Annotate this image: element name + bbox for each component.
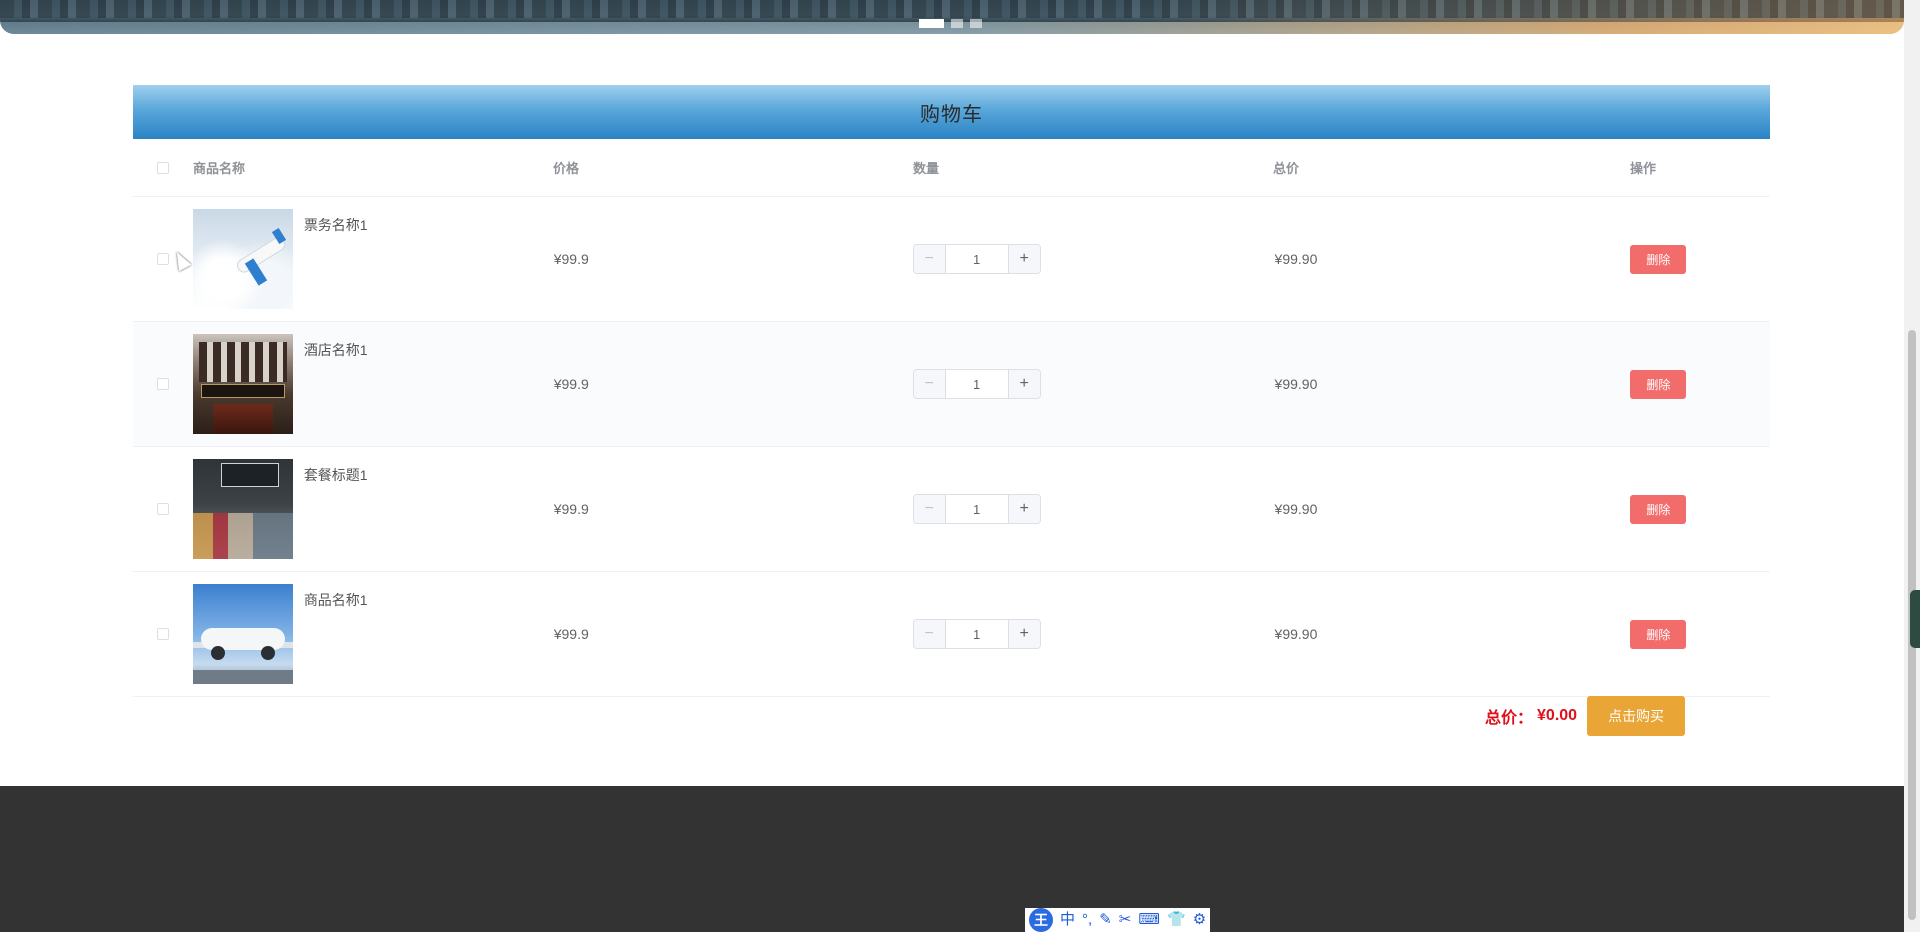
increase-quantity-button[interactable]: + bbox=[1007, 245, 1040, 273]
banner-skyline bbox=[0, 0, 1904, 18]
page-scrollbar[interactable] bbox=[1904, 0, 1920, 932]
item-price: ¥99.9 bbox=[553, 251, 589, 267]
item-checkbox[interactable] bbox=[156, 628, 169, 640]
banner-carousel[interactable] bbox=[0, 0, 1904, 34]
airplane-in-clouds-image[interactable] bbox=[192, 209, 293, 309]
carousel-dot-1[interactable] bbox=[919, 19, 944, 28]
cart-summary: 总价： ¥0.00 点击购买 bbox=[1485, 696, 1686, 736]
item-name[interactable]: 商品名称1 bbox=[304, 590, 368, 610]
item-total: ¥99.90 bbox=[1274, 376, 1318, 392]
increase-quantity-button[interactable]: + bbox=[1007, 620, 1040, 648]
quantity-input[interactable]: 1 bbox=[946, 620, 1008, 648]
cart-item-row: 套餐标题1 ¥99.9 − 1 + ¥99.90 删除 bbox=[133, 447, 1770, 572]
select-all-checkbox[interactable] bbox=[157, 161, 169, 174]
quantity-input[interactable]: 1 bbox=[946, 370, 1008, 398]
cart-item-row: 商品名称1 ¥99.9 − 1 + ¥99.90 删除 bbox=[133, 572, 1770, 697]
item-checkbox[interactable] bbox=[156, 253, 169, 265]
column-header-operation: 操作 bbox=[1630, 161, 1657, 176]
quantity-stepper: − 1 + bbox=[912, 244, 1041, 274]
decrease-quantity-button[interactable]: − bbox=[913, 495, 946, 523]
column-header-total: 总价 bbox=[1273, 161, 1300, 176]
ime-chinese-mode-icon[interactable]: 中 bbox=[1060, 908, 1075, 932]
delete-button[interactable]: 删除 bbox=[1630, 244, 1687, 274]
carousel-indicators bbox=[919, 19, 982, 28]
increase-quantity-button[interactable]: + bbox=[1007, 495, 1040, 523]
item-name[interactable]: 酒店名称1 bbox=[304, 340, 368, 360]
item-checkbox[interactable] bbox=[156, 378, 169, 390]
ime-punctuation-icon[interactable]: °, bbox=[1082, 908, 1092, 932]
cart-title: 购物车 bbox=[133, 85, 1770, 139]
item-name[interactable]: 套餐标题1 bbox=[304, 465, 368, 485]
column-header-quantity: 数量 bbox=[913, 161, 940, 176]
quantity-stepper: − 1 + bbox=[912, 369, 1041, 399]
ime-skin-icon[interactable]: 👕 bbox=[1167, 908, 1186, 932]
quantity-input[interactable]: 1 bbox=[946, 245, 1008, 273]
item-price: ¥99.9 bbox=[553, 376, 589, 392]
carousel-dot-3[interactable] bbox=[970, 19, 982, 28]
ime-settings-icon[interactable]: ⚙ bbox=[1193, 908, 1206, 932]
storefront-image[interactable] bbox=[192, 459, 293, 559]
delete-button[interactable]: 删除 bbox=[1630, 494, 1687, 524]
ime-keyboard-icon[interactable]: ⌨ bbox=[1138, 908, 1160, 932]
hotel-building-image[interactable] bbox=[192, 334, 293, 434]
delete-button[interactable]: 删除 bbox=[1630, 619, 1687, 649]
item-price: ¥99.9 bbox=[553, 501, 589, 517]
decrease-quantity-button[interactable]: − bbox=[913, 245, 946, 273]
increase-quantity-button[interactable]: + bbox=[1007, 370, 1040, 398]
column-header-price: 价格 bbox=[553, 161, 580, 176]
shopping-cart: 购物车 商品名称 价格 数量 总价 操作 票务名称1 ¥99.9 − 1 + ¥… bbox=[133, 85, 1770, 697]
cart-item-row: 酒店名称1 ¥99.9 − 1 + ¥99.90 删除 bbox=[133, 322, 1770, 447]
item-checkbox[interactable] bbox=[156, 503, 169, 515]
side-floating-tab[interactable] bbox=[1910, 590, 1920, 648]
item-name[interactable]: 票务名称1 bbox=[304, 215, 368, 235]
item-price: ¥99.9 bbox=[553, 626, 589, 642]
cart-table-header: 商品名称 价格 数量 总价 操作 bbox=[133, 139, 1770, 197]
delete-button[interactable]: 删除 bbox=[1630, 369, 1687, 399]
ime-handwriting-icon[interactable]: ✎ bbox=[1099, 908, 1112, 932]
item-total: ¥99.90 bbox=[1274, 626, 1318, 642]
carousel-dot-2[interactable] bbox=[951, 19, 963, 28]
quantity-input[interactable]: 1 bbox=[946, 495, 1008, 523]
ime-toolbar: 王 中 °, ✎ ✂ ⌨ 👕 ⚙ bbox=[1025, 908, 1211, 932]
decrease-quantity-button[interactable]: − bbox=[913, 620, 946, 648]
buy-button[interactable]: 点击购买 bbox=[1587, 696, 1686, 736]
total-price-value: ¥0.00 bbox=[1537, 707, 1578, 724]
item-total: ¥99.90 bbox=[1274, 251, 1318, 267]
decrease-quantity-button[interactable]: − bbox=[913, 370, 946, 398]
cart-item-row: 票务名称1 ¥99.9 − 1 + ¥99.90 删除 bbox=[133, 197, 1770, 322]
quantity-stepper: − 1 + bbox=[912, 494, 1041, 524]
column-header-name: 商品名称 bbox=[193, 161, 246, 176]
ime-logo-icon[interactable]: 王 bbox=[1029, 908, 1053, 932]
total-price-label: 总价： bbox=[1485, 710, 1534, 727]
quantity-stepper: − 1 + bbox=[912, 619, 1041, 649]
ime-screenshot-icon[interactable]: ✂ bbox=[1119, 908, 1132, 932]
airliner-image[interactable] bbox=[192, 584, 293, 684]
page-footer bbox=[0, 786, 1904, 932]
item-total: ¥99.90 bbox=[1274, 501, 1318, 517]
